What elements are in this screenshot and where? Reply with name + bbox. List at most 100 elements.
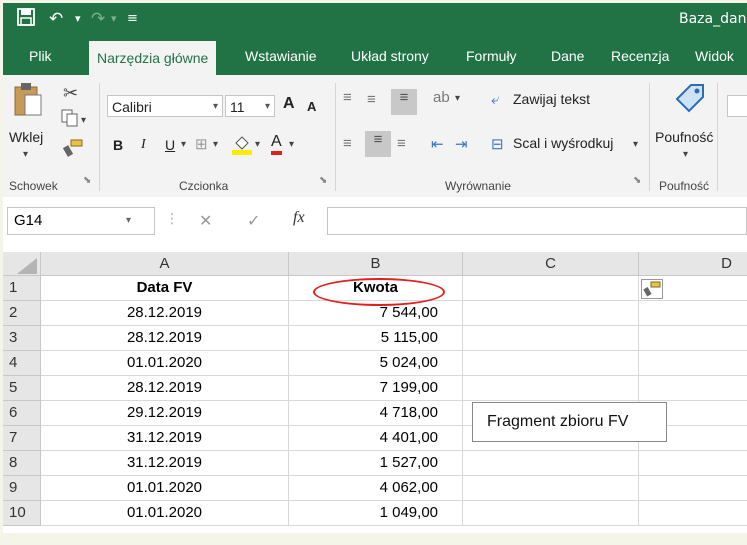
align-top-icon[interactable]: ≡	[343, 89, 352, 106]
name-box-dropdown-icon[interactable]: ▾	[126, 208, 131, 234]
cancel-icon[interactable]: ✕	[199, 211, 212, 230]
cell-d9[interactable]	[639, 476, 747, 501]
cell-a7[interactable]: 31.12.2019	[41, 426, 289, 451]
align-bottom-icon[interactable]: ≡	[391, 89, 417, 115]
cell-c1[interactable]	[463, 276, 639, 301]
cell-a4[interactable]: 01.01.2020	[41, 351, 289, 376]
italic-button[interactable]: I	[141, 137, 146, 153]
cell-b6[interactable]: 4 718,00	[289, 401, 463, 426]
paste-label[interactable]: Wklej	[9, 129, 43, 145]
font-name-dropdown-icon[interactable]: ▾	[213, 96, 218, 118]
undo-dropdown-icon[interactable]: ▾	[75, 8, 81, 30]
align-right-icon[interactable]: ≡	[397, 135, 406, 152]
select-all-corner[interactable]	[3, 252, 41, 276]
fill-color-icon[interactable]	[231, 133, 253, 159]
cell-c9[interactable]	[463, 476, 639, 501]
orientation-dropdown-icon[interactable]: ▾	[455, 93, 460, 104]
tab-page-layout[interactable]: Układ strony	[351, 37, 429, 75]
merge-center-button[interactable]: Scal i wyśrodkuj	[513, 135, 613, 151]
sensitivity-button[interactable]: Poufność	[655, 129, 713, 145]
insert-function-icon[interactable]: fx	[293, 209, 305, 227]
tab-insert[interactable]: Wstawianie	[245, 37, 317, 75]
redo-dropdown-icon[interactable]: ▾	[111, 8, 117, 30]
undo-icon[interactable]: ↶	[49, 8, 63, 30]
row-header[interactable]: 5	[3, 376, 41, 401]
tab-home[interactable]: Narzędzia główne	[89, 41, 217, 79]
column-header-a[interactable]: A	[41, 252, 289, 276]
cell-a9[interactable]: 01.01.2020	[41, 476, 289, 501]
cell-b8[interactable]: 1 527,00	[289, 451, 463, 476]
alignment-launcher-icon[interactable]: ⬊	[633, 175, 641, 186]
row-header[interactable]: 4	[3, 351, 41, 376]
align-left-icon[interactable]: ≡	[343, 135, 352, 152]
next-group-partial[interactable]	[727, 95, 747, 117]
cell-d4[interactable]	[639, 351, 747, 376]
bold-button[interactable]: B	[113, 137, 123, 153]
font-launcher-icon[interactable]: ⬊	[319, 175, 327, 186]
row-header[interactable]: 7	[3, 426, 41, 451]
sensitivity-icon[interactable]	[673, 81, 707, 119]
row-header[interactable]: 3	[3, 326, 41, 351]
customize-icon[interactable]: ≡	[127, 8, 138, 30]
cut-icon[interactable]: ✂	[63, 83, 78, 104]
cell-d10[interactable]	[639, 501, 747, 526]
save-icon[interactable]	[17, 8, 35, 32]
font-color-dropdown-icon[interactable]: ▾	[289, 139, 294, 150]
clipboard-launcher-icon[interactable]: ⬊	[83, 175, 91, 186]
row-header[interactable]: 9	[3, 476, 41, 501]
cell-d3[interactable]	[639, 326, 747, 351]
wrap-text-icon[interactable]: ⤶	[491, 91, 499, 108]
cell-b3[interactable]: 5 115,00	[289, 326, 463, 351]
redo-icon[interactable]: ↷	[91, 8, 105, 30]
shrink-font-button[interactable]: A	[307, 99, 316, 114]
tab-review[interactable]: Recenzja	[611, 37, 669, 75]
sensitivity-dropdown-icon[interactable]: ▾	[683, 149, 688, 160]
cell-d8[interactable]	[639, 451, 747, 476]
cell-b5[interactable]: 7 199,00	[289, 376, 463, 401]
font-size-box[interactable]: 11 ▾	[225, 95, 275, 117]
cell-b4[interactable]: 5 024,00	[289, 351, 463, 376]
underline-dropdown-icon[interactable]: ▾	[181, 139, 186, 150]
orientation-icon[interactable]: ab	[433, 89, 450, 106]
cell-a8[interactable]: 31.12.2019	[41, 451, 289, 476]
cell-a10[interactable]: 01.01.2020	[41, 501, 289, 526]
cell-b7[interactable]: 4 401,00	[289, 426, 463, 451]
wrap-text-button[interactable]: Zawijaj tekst	[513, 91, 590, 107]
decrease-indent-icon[interactable]: ⇤	[431, 135, 444, 153]
row-header[interactable]: 10	[3, 501, 41, 526]
align-middle-icon[interactable]: ≡	[367, 91, 376, 108]
formula-input[interactable]	[327, 207, 747, 235]
font-size-dropdown-icon[interactable]: ▾	[265, 96, 270, 118]
copy-dropdown-icon[interactable]: ▾	[81, 115, 86, 126]
row-header[interactable]: 1	[3, 276, 41, 301]
cell-a1[interactable]: Data FV	[41, 276, 289, 301]
name-box[interactable]: G14 ▾	[7, 207, 155, 235]
cell-c3[interactable]	[463, 326, 639, 351]
tab-view[interactable]: Widok	[695, 37, 734, 75]
cell-b10[interactable]: 1 049,00	[289, 501, 463, 526]
cell-d2[interactable]	[639, 301, 747, 326]
cell-c2[interactable]	[463, 301, 639, 326]
cell-b9[interactable]: 4 062,00	[289, 476, 463, 501]
paste-icon[interactable]	[13, 81, 43, 121]
format-painter-icon[interactable]	[62, 139, 83, 161]
tab-formulas[interactable]: Formuły	[466, 37, 517, 75]
cell-a2[interactable]: 28.12.2019	[41, 301, 289, 326]
enter-icon[interactable]: ✓	[247, 211, 260, 230]
cell-a6[interactable]: 29.12.2019	[41, 401, 289, 426]
cell-c10[interactable]	[463, 501, 639, 526]
quick-analysis-icon[interactable]	[641, 279, 663, 299]
column-header-d[interactable]: D	[639, 252, 747, 276]
paste-dropdown-icon[interactable]: ▾	[23, 149, 28, 160]
cell-a5[interactable]: 28.12.2019	[41, 376, 289, 401]
row-header[interactable]: 2	[3, 301, 41, 326]
align-center-icon[interactable]: ≡	[365, 131, 391, 157]
tab-data[interactable]: Dane	[551, 37, 584, 75]
cell-c4[interactable]	[463, 351, 639, 376]
merge-dropdown-icon[interactable]: ▾	[633, 139, 638, 150]
grow-font-button[interactable]: A	[283, 95, 295, 113]
borders-icon[interactable]: ⊞	[195, 135, 208, 153]
cell-c5[interactable]	[463, 376, 639, 401]
cell-a3[interactable]: 28.12.2019	[41, 326, 289, 351]
column-header-b[interactable]: B	[289, 252, 463, 276]
